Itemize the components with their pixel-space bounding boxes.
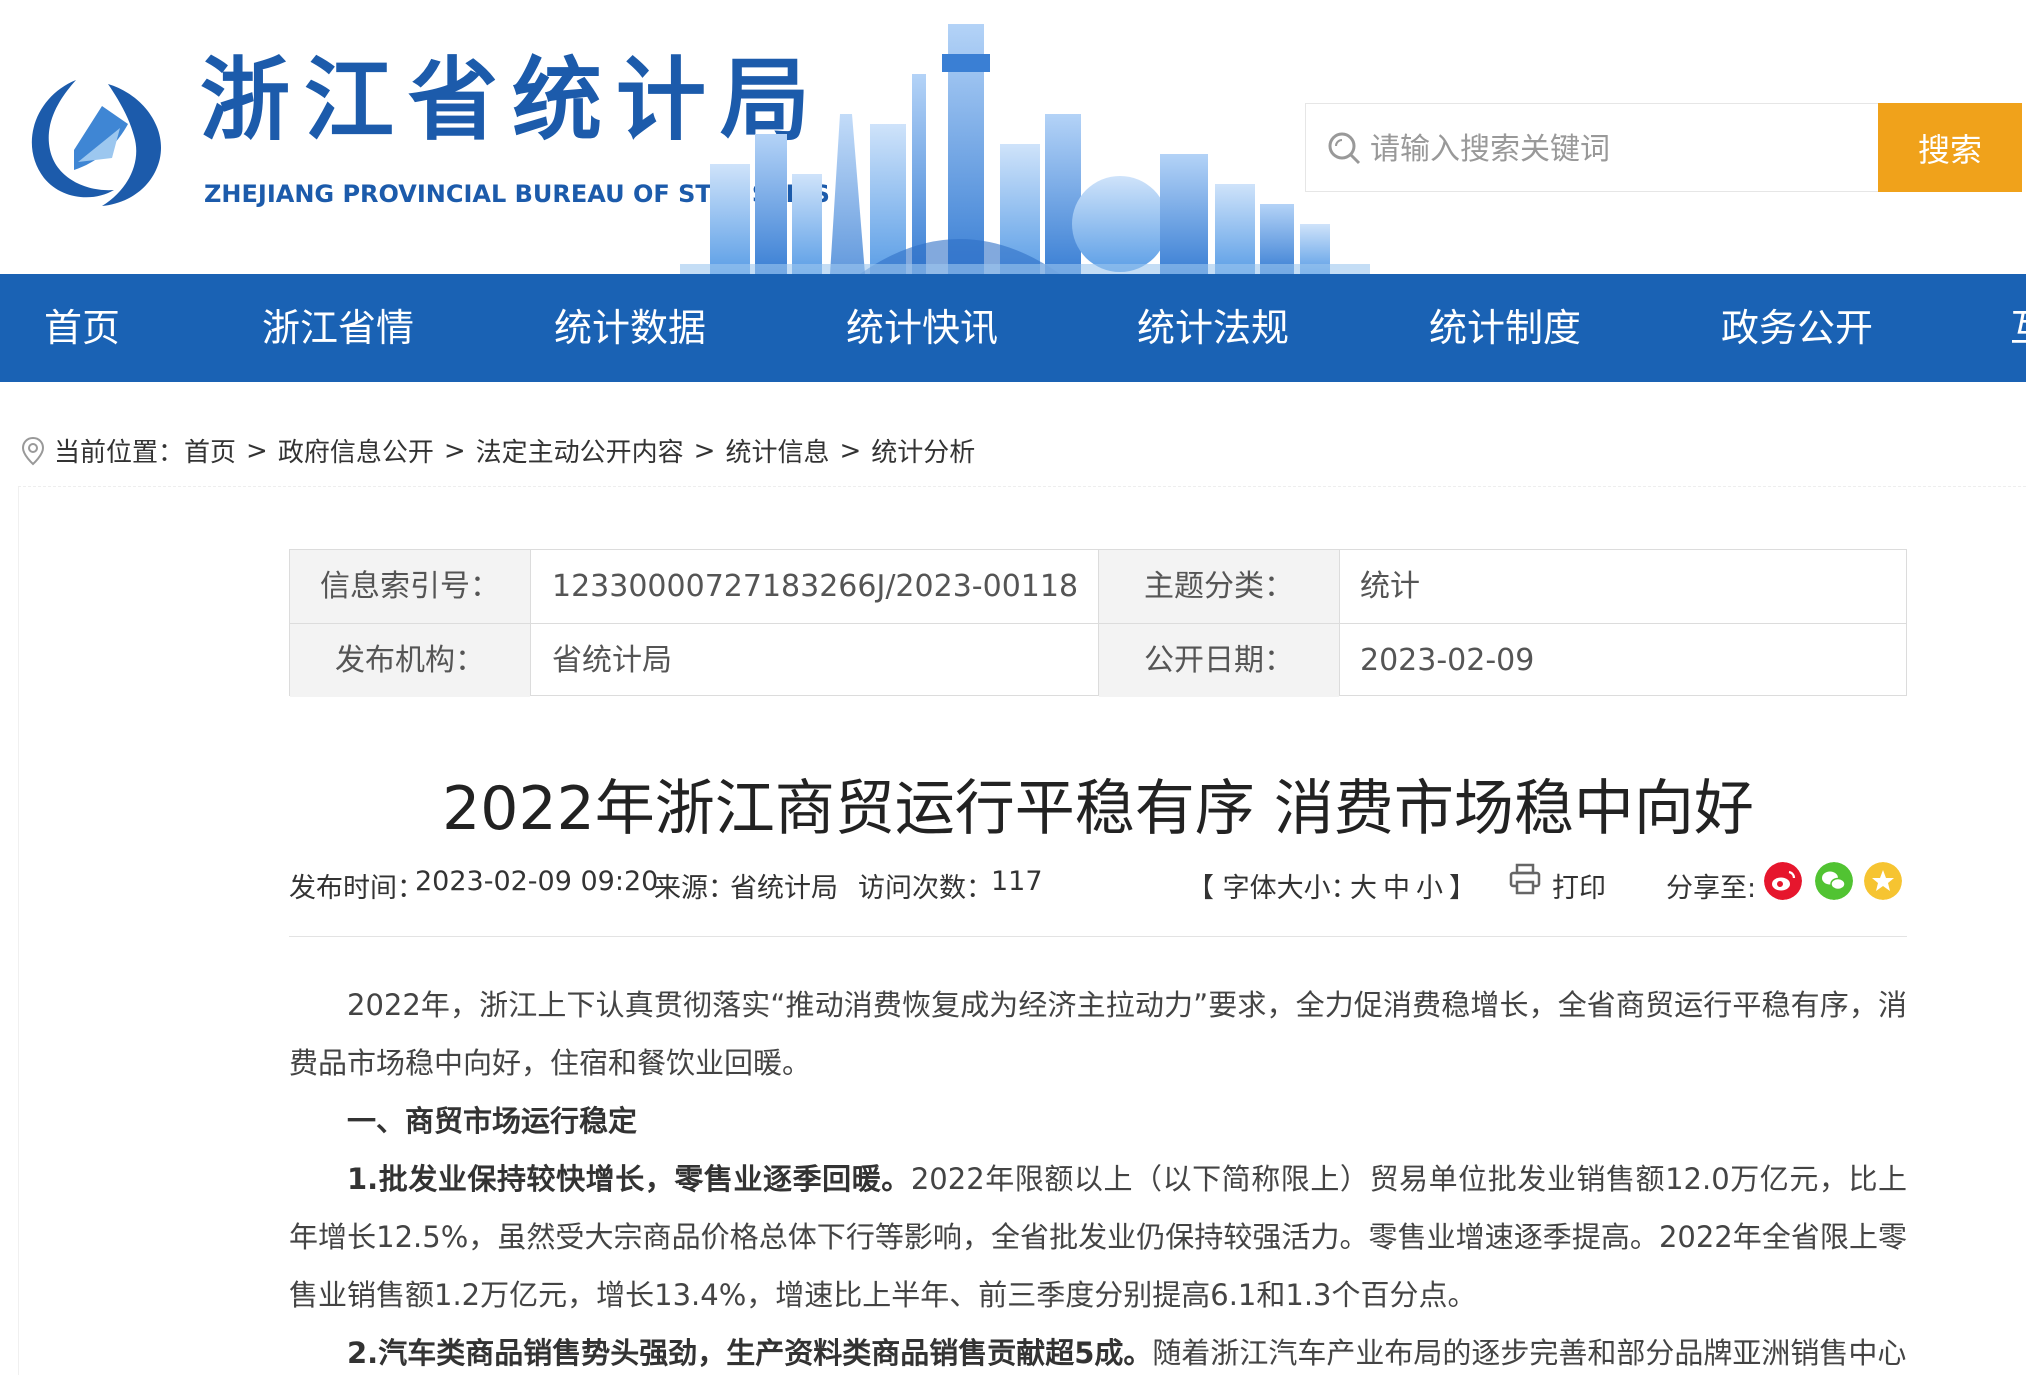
nav-interaction[interactable]: 互 [2010,274,2026,382]
paragraph-lead: 1.批发业保持较快增长，零售业逐季回暖。 [347,1162,911,1196]
search-icon [1328,132,1361,165]
info-meta-table: 信息索引号： 12330000727183266J/2023-00118 主题分… [289,549,1907,697]
search-box [1305,103,1878,192]
nav-statistics-data[interactable]: 统计数据 [554,274,706,382]
font-size-medium[interactable]: 中 [1383,866,1410,905]
section-heading: 一、商贸市场运行稳定 [347,1104,638,1138]
breadcrumb-item-statutory[interactable]: 法定主动公开内容 [476,432,684,469]
nav-government-affairs[interactable]: 政务公开 [1721,274,1873,382]
breadcrumb-item-stat-analysis[interactable]: 统计分析 [871,432,975,469]
meta-date-label: 公开日期： [1099,624,1339,697]
article-divider [289,936,1907,937]
nav-home[interactable]: 首页 [44,274,120,382]
article-info-bar: 发布时间： 2023-02-09 09:20 来源： 省统计局 访问次数： 11… [289,863,1907,906]
publish-time: 2023-02-09 09:20 [415,866,659,897]
search-button[interactable]: 搜索 [1878,103,2022,192]
search-input[interactable] [1368,120,1862,178]
meta-index-value: 12330000727183266J/2023-00118 [552,569,1079,604]
favorite-share-icon[interactable] [1864,862,1902,900]
font-size-label: 【 字体大小： [1187,873,1358,904]
paragraph-lead: 2.汽车类商品销售势头强劲，生产资料类商品销售贡献超5成。 [347,1336,1153,1370]
site-header: 浙江省统计局 ZHEJIANG PROVINCIAL BUREAU OF STA… [0,0,2026,274]
font-size-large[interactable]: 大 [1350,866,1377,905]
nav-zhejiang-profile[interactable]: 浙江省情 [262,274,414,382]
font-size-close: 】 [1449,873,1476,904]
main-nav: 首页 浙江省情 统计数据 统计快讯 统计法规 统计制度 政务公开 互 [0,274,2026,382]
publish-label: 发布时间： [289,873,424,904]
paragraph: 2022年，浙江上下认真贯彻落实“推动消费恢复成为经济主拉动力”要求，全力促消费… [289,988,1907,1080]
breadcrumb-prefix: 当前位置： [54,438,185,468]
breadcrumb-item-stat-info[interactable]: 统计信息 [725,432,829,469]
breadcrumb-separator: > [839,435,862,466]
weibo-share-icon[interactable] [1764,862,1802,900]
source-label: 来源： [654,873,735,904]
article-title: 2022年浙江商贸运行平稳有序 消费市场稳中向好 [442,774,1754,844]
meta-org-value: 省统计局 [552,643,672,678]
print-link[interactable]: 打印 [1552,866,1606,905]
nav-statistics-system[interactable]: 统计制度 [1429,274,1581,382]
article-body: 2022年，浙江上下认真贯彻落实“推动消费恢复成为经济主拉动力”要求，全力促消费… [289,976,1907,1382]
content-top-border [18,486,2026,487]
bureau-logo[interactable] [16,66,171,210]
breadcrumb-separator: > [246,435,268,466]
paragraph: 1.批发业保持较快增长，零售业逐季回暖。2022年限额以上（以下简称限上）贸易单… [289,1150,1907,1324]
meta-org-label: 发布机构： [290,624,530,697]
nav-statistics-news[interactable]: 统计快讯 [846,274,998,382]
breadcrumb: 当前位置： 首页 > 政府信息公开 > 法定主动公开内容 > 统计信息 > 统计… [20,432,975,469]
breadcrumb-item-home[interactable]: 首页 [184,432,236,469]
meta-topic-label: 主题分类： [1099,550,1339,623]
meta-index-label: 信息索引号： [290,550,530,623]
wechat-share-icon[interactable] [1815,862,1853,900]
views-count: 117 [991,866,1043,897]
print-icon[interactable] [1508,862,1542,896]
font-size-small[interactable]: 小 [1416,866,1443,905]
breadcrumb-item-gov-info[interactable]: 政府信息公开 [278,432,434,469]
city-skyline-banner [680,24,1370,274]
views-label: 访问次数： [858,873,993,904]
breadcrumb-separator: > [693,435,716,466]
meta-topic-value: 统计 [1360,569,1420,604]
location-pin-icon [21,436,45,465]
share-label: 分享至: [1666,873,1757,904]
paragraph: 2.汽车类商品销售势头强劲，生产资料类商品销售贡献超5成。随着浙江汽车产业布局的… [289,1324,1907,1382]
paragraph-text: 随着浙江汽车产业布局的逐步完善和部分品牌亚洲销售中心 [1152,1336,1907,1370]
source-value: 省统计局 [730,873,838,904]
breadcrumb-separator: > [443,435,466,466]
meta-date-value: 2023-02-09 [1360,643,1535,678]
nav-statistics-law[interactable]: 统计法规 [1137,274,1289,382]
